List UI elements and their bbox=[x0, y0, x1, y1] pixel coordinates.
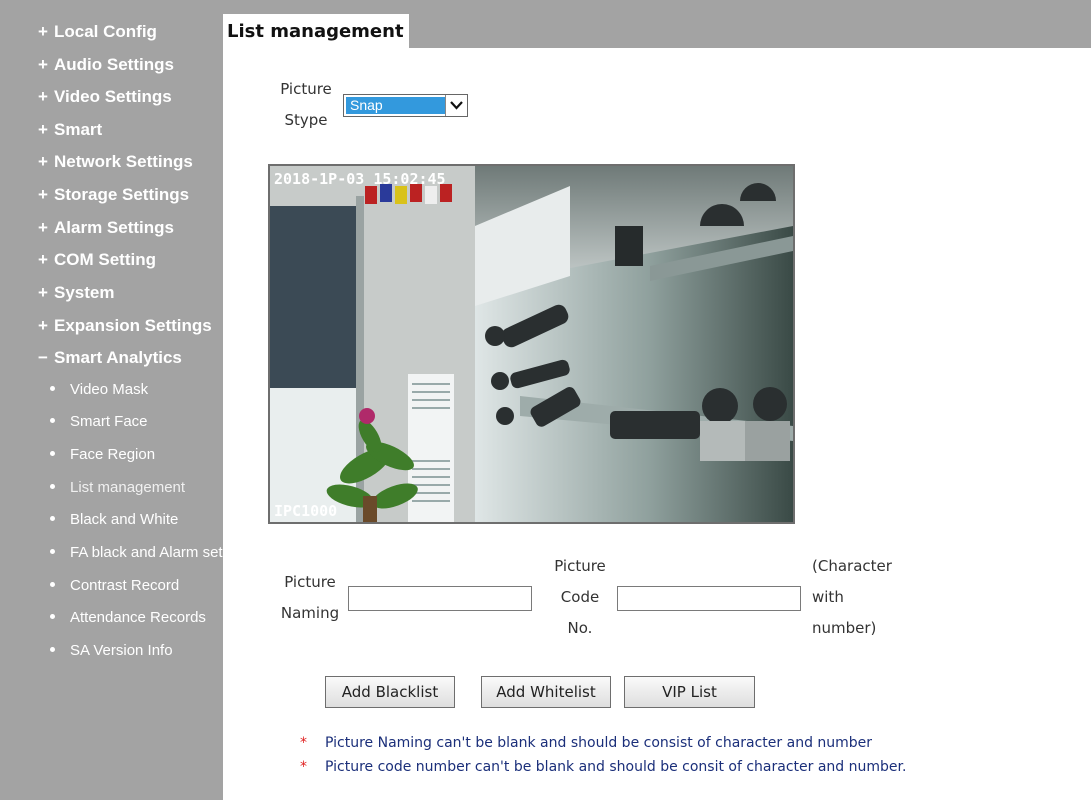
bullet-icon bbox=[50, 548, 55, 554]
collapse-icon: − bbox=[38, 348, 48, 367]
menu-local-config[interactable]: + Local Config bbox=[38, 22, 157, 42]
note-code: * Picture code number can't be blank and … bbox=[300, 759, 906, 775]
bullet-icon bbox=[50, 646, 55, 652]
picture-code-hint: (Character with number) bbox=[812, 551, 892, 644]
subitem-label: SA Version Info bbox=[70, 642, 173, 659]
picture-naming-label-line1: Picture bbox=[284, 573, 336, 591]
add-whitelist-button[interactable]: Add Whitelist bbox=[481, 676, 611, 708]
picture-code-label-line1: Picture bbox=[554, 557, 606, 575]
subitem-sa-version-info[interactable]: SA Version Info bbox=[50, 642, 223, 659]
menu-label: Alarm Settings bbox=[54, 218, 174, 237]
picture-stype-selected: Snap bbox=[346, 97, 446, 114]
expand-icon: + bbox=[38, 283, 48, 302]
expand-icon: + bbox=[38, 22, 48, 41]
menu-expansion-settings[interactable]: + Expansion Settings bbox=[38, 316, 212, 336]
subitem-label: FA black and Alarm set bbox=[70, 544, 223, 561]
camera-snapshot-image: 2018-1P-03 15:02:45 IPC1000 bbox=[270, 166, 793, 522]
menu-video-settings[interactable]: + Video Settings bbox=[38, 87, 172, 107]
hint-line2: with bbox=[812, 588, 844, 606]
bullet-icon bbox=[50, 385, 55, 391]
subitem-label: Face Region bbox=[70, 446, 156, 463]
menu-com-setting[interactable]: + COM Setting bbox=[38, 250, 156, 270]
menu-label: Smart Analytics bbox=[54, 348, 182, 367]
camera-preview: 2018-1P-03 15:02:45 IPC1000 bbox=[268, 164, 795, 524]
menu-label: Local Config bbox=[54, 22, 157, 41]
menu-smart-analytics[interactable]: − Smart Analytics bbox=[38, 348, 182, 368]
note-naming: * Picture Naming can't be blank and shoul… bbox=[300, 735, 872, 751]
menu-system[interactable]: + System bbox=[38, 283, 114, 303]
subitem-label: Video Mask bbox=[70, 381, 149, 398]
expand-icon: + bbox=[38, 218, 48, 237]
bullet-icon bbox=[50, 515, 55, 521]
subitem-face-region[interactable]: Face Region bbox=[50, 446, 223, 463]
subitem-label: Attendance Records bbox=[70, 609, 206, 626]
menu-label: Storage Settings bbox=[54, 185, 190, 204]
subitem-smart-face[interactable]: Smart Face bbox=[50, 413, 223, 430]
menu-audio-settings[interactable]: + Audio Settings bbox=[38, 55, 174, 75]
expand-icon: + bbox=[38, 55, 48, 74]
subitem-attendance-records[interactable]: Attendance Records bbox=[50, 609, 223, 626]
picture-stype-label-line2: Stype bbox=[284, 111, 328, 129]
subitem-contrast-record[interactable]: Contrast Record bbox=[50, 577, 223, 594]
menu-label: Audio Settings bbox=[54, 55, 174, 74]
subitem-black-and-white[interactable]: Black and White bbox=[50, 511, 223, 528]
picture-stype-label: Picture Stype bbox=[275, 74, 337, 136]
subitem-fa-black-and-alarm[interactable]: FA black and Alarm set bbox=[50, 544, 223, 561]
note-code-text: Picture code number can't be blank and s… bbox=[325, 759, 907, 775]
subitem-video-mask[interactable]: Video Mask bbox=[50, 381, 223, 398]
required-marker: * bbox=[300, 735, 307, 751]
bullet-icon bbox=[50, 450, 55, 456]
bullet-icon bbox=[50, 483, 55, 489]
picture-code-input[interactable] bbox=[617, 586, 801, 611]
preview-timestamp: 2018-1P-03 15:02:45 bbox=[274, 170, 446, 188]
expand-icon: + bbox=[38, 250, 48, 269]
picture-stype-label-line1: Picture bbox=[280, 80, 332, 98]
menu-label: System bbox=[54, 283, 115, 302]
expand-icon: + bbox=[38, 87, 48, 106]
picture-stype-select[interactable]: Snap bbox=[343, 94, 468, 117]
bullet-icon bbox=[50, 613, 55, 619]
preview-channel-label: IPC1000 bbox=[274, 502, 337, 520]
menu-label: Smart bbox=[54, 120, 103, 139]
subitem-label: Contrast Record bbox=[70, 577, 180, 594]
bullet-icon bbox=[50, 581, 55, 587]
chevron-down-icon[interactable] bbox=[445, 95, 467, 116]
picture-code-label-line3: No. bbox=[567, 619, 593, 637]
menu-label: Video Settings bbox=[54, 87, 172, 106]
hint-line1: (Character bbox=[812, 557, 892, 575]
required-marker: * bbox=[300, 759, 307, 775]
picture-naming-input[interactable] bbox=[348, 586, 532, 611]
hint-line3: number) bbox=[812, 619, 877, 637]
subitem-list-management[interactable]: List management bbox=[50, 479, 223, 496]
picture-naming-label: Picture Naming bbox=[274, 567, 346, 629]
menu-storage-settings[interactable]: + Storage Settings bbox=[38, 185, 189, 205]
vip-list-button[interactable]: VIP List bbox=[624, 676, 755, 708]
expand-icon: + bbox=[38, 120, 48, 139]
picture-code-label-line2: Code bbox=[560, 588, 600, 606]
picture-naming-label-line2: Naming bbox=[280, 604, 340, 622]
menu-network-settings[interactable]: + Network Settings bbox=[38, 152, 193, 172]
menu-smart[interactable]: + Smart bbox=[38, 120, 102, 140]
menu-label: COM Setting bbox=[54, 250, 156, 269]
expand-icon: + bbox=[38, 152, 48, 171]
picture-code-label: Picture Code No. bbox=[549, 551, 611, 644]
bullet-icon bbox=[50, 417, 55, 423]
sidebar: + Local Config + Audio Settings + Video Set… bbox=[0, 0, 223, 800]
note-naming-text: Picture Naming can't be blank and should… bbox=[325, 735, 873, 751]
menu-label: Network Settings bbox=[54, 152, 193, 171]
subitem-label: List management bbox=[70, 479, 186, 496]
menu-label: Expansion Settings bbox=[54, 316, 212, 335]
add-blacklist-button[interactable]: Add Blacklist bbox=[325, 676, 455, 708]
subitem-label: Black and White bbox=[70, 511, 179, 528]
page-title: List management bbox=[223, 14, 409, 48]
menu-alarm-settings[interactable]: + Alarm Settings bbox=[38, 218, 174, 238]
expand-icon: + bbox=[38, 185, 48, 204]
expand-icon: + bbox=[38, 316, 48, 335]
subitem-label: Smart Face bbox=[70, 413, 148, 430]
